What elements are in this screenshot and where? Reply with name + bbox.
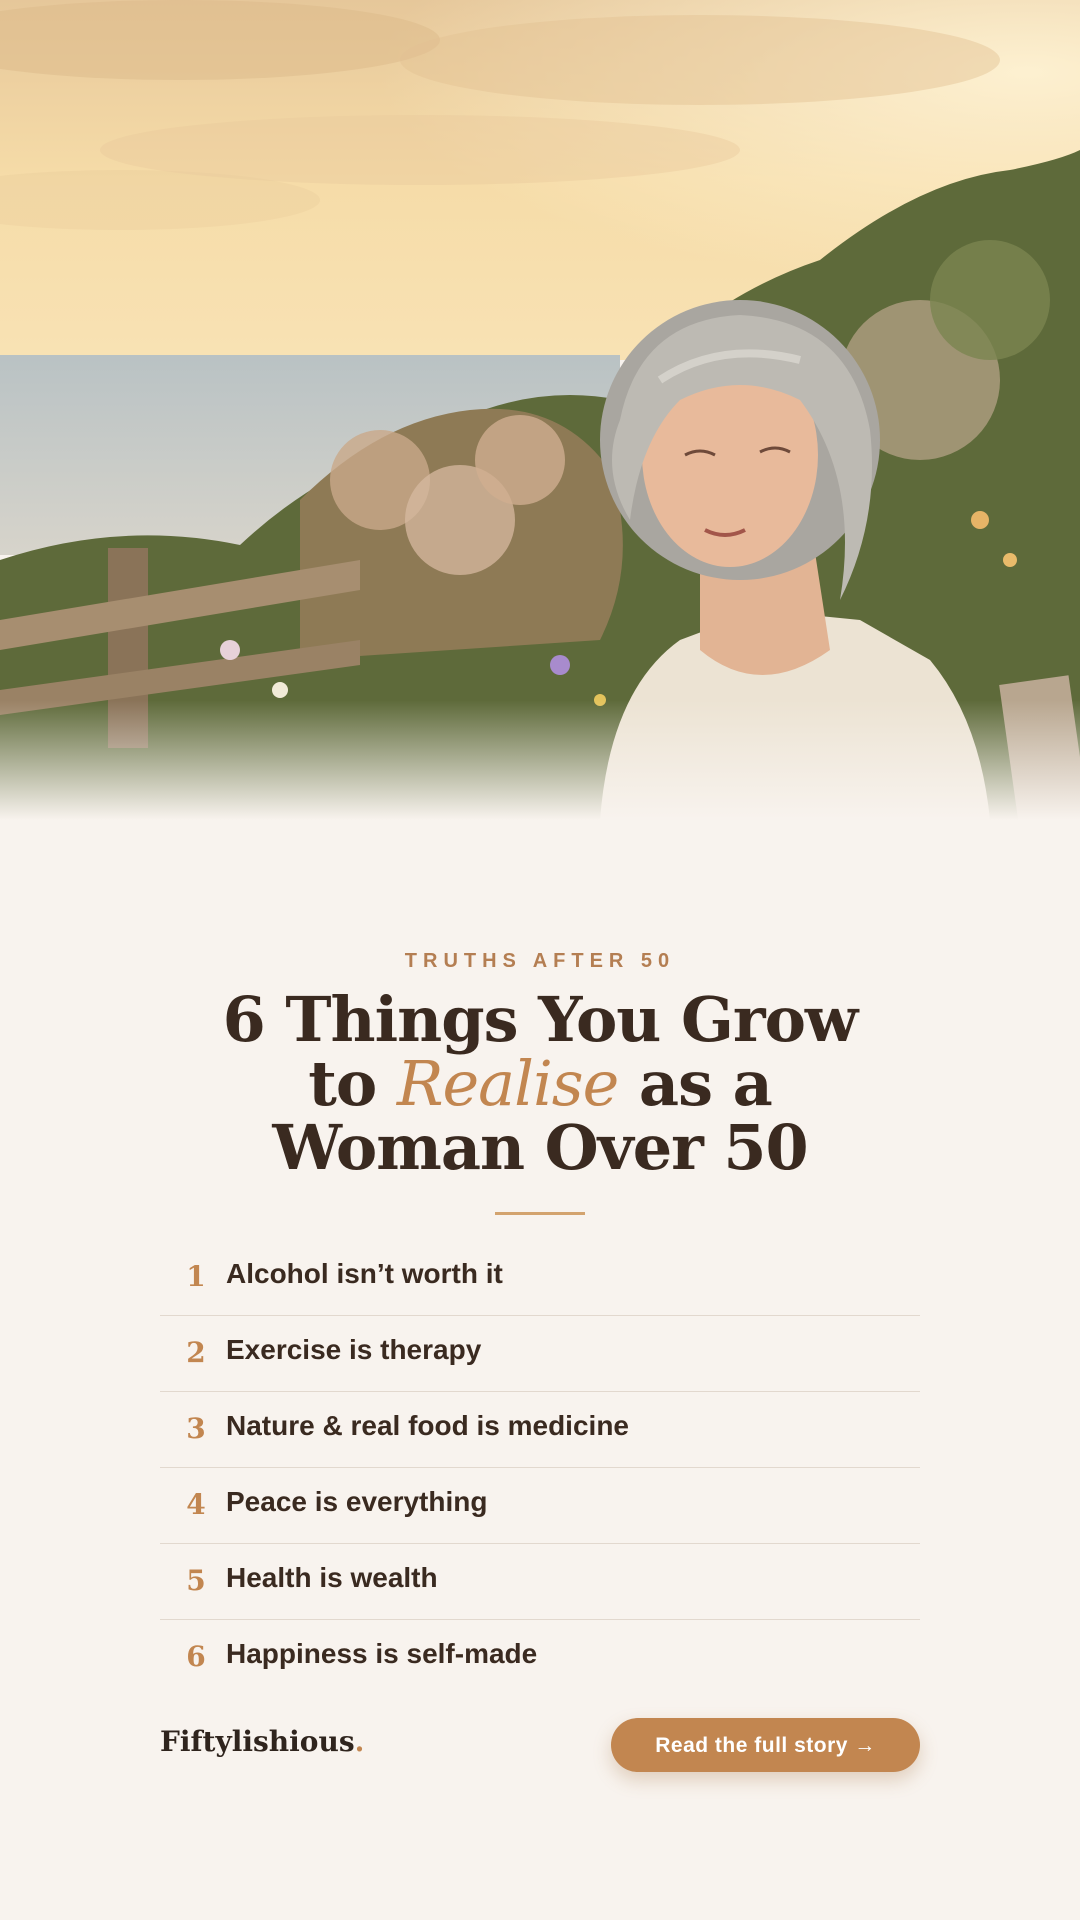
page-title: 6 Things You Grow to Realise as a Woman … xyxy=(140,988,940,1180)
list-item: 5 Health is wealth xyxy=(160,1544,920,1620)
title-accent: Realise xyxy=(396,1047,620,1120)
content-section: TRUTHS AFTER 50 6 Things You Grow to Rea… xyxy=(0,820,1080,1920)
truths-list: 1 Alcohol isn’t worth it 2 Exercise is t… xyxy=(160,1240,920,1695)
eyebrow-label: TRUTHS AFTER 50 xyxy=(404,950,676,972)
item-text: Nature & real food is medicine xyxy=(226,1410,629,1441)
item-number: 1 xyxy=(186,1260,206,1293)
read-full-story-button[interactable]: Read the full story → xyxy=(611,1718,920,1772)
list-item: 2 Exercise is therapy xyxy=(160,1316,920,1392)
item-number: 5 xyxy=(186,1564,206,1597)
item-number: 3 xyxy=(186,1412,206,1445)
hero-illustration xyxy=(0,0,1080,820)
item-text: Exercise is therapy xyxy=(226,1334,482,1365)
list-item: 4 Peace is everything xyxy=(160,1468,920,1544)
item-number: 6 xyxy=(186,1640,206,1673)
brand-logo: Fiftylishious. xyxy=(160,1725,364,1758)
item-text: Happiness is self-made xyxy=(226,1638,538,1669)
list-item: 3 Nature & real food is medicine xyxy=(160,1392,920,1468)
brand-dot: . xyxy=(354,1725,365,1758)
list-item: 1 Alcohol isn’t worth it xyxy=(160,1240,920,1316)
item-number: 4 xyxy=(186,1488,206,1521)
list-item: 6 Happiness is self-made xyxy=(160,1620,920,1695)
brand-name: Fiftylishious xyxy=(160,1725,355,1758)
item-text: Health is wealth xyxy=(226,1562,438,1593)
item-number: 2 xyxy=(186,1336,206,1369)
title-line-1: 6 Things You Grow xyxy=(222,983,859,1056)
item-text: Alcohol isn’t worth it xyxy=(226,1258,503,1289)
title-line-3: Woman Over 50 xyxy=(272,1111,808,1184)
title-rest: as a xyxy=(638,1047,773,1120)
item-text: Peace is everything xyxy=(226,1486,488,1517)
hero-image xyxy=(0,0,1080,820)
title-to: to xyxy=(308,1047,377,1120)
title-divider xyxy=(495,1212,585,1215)
